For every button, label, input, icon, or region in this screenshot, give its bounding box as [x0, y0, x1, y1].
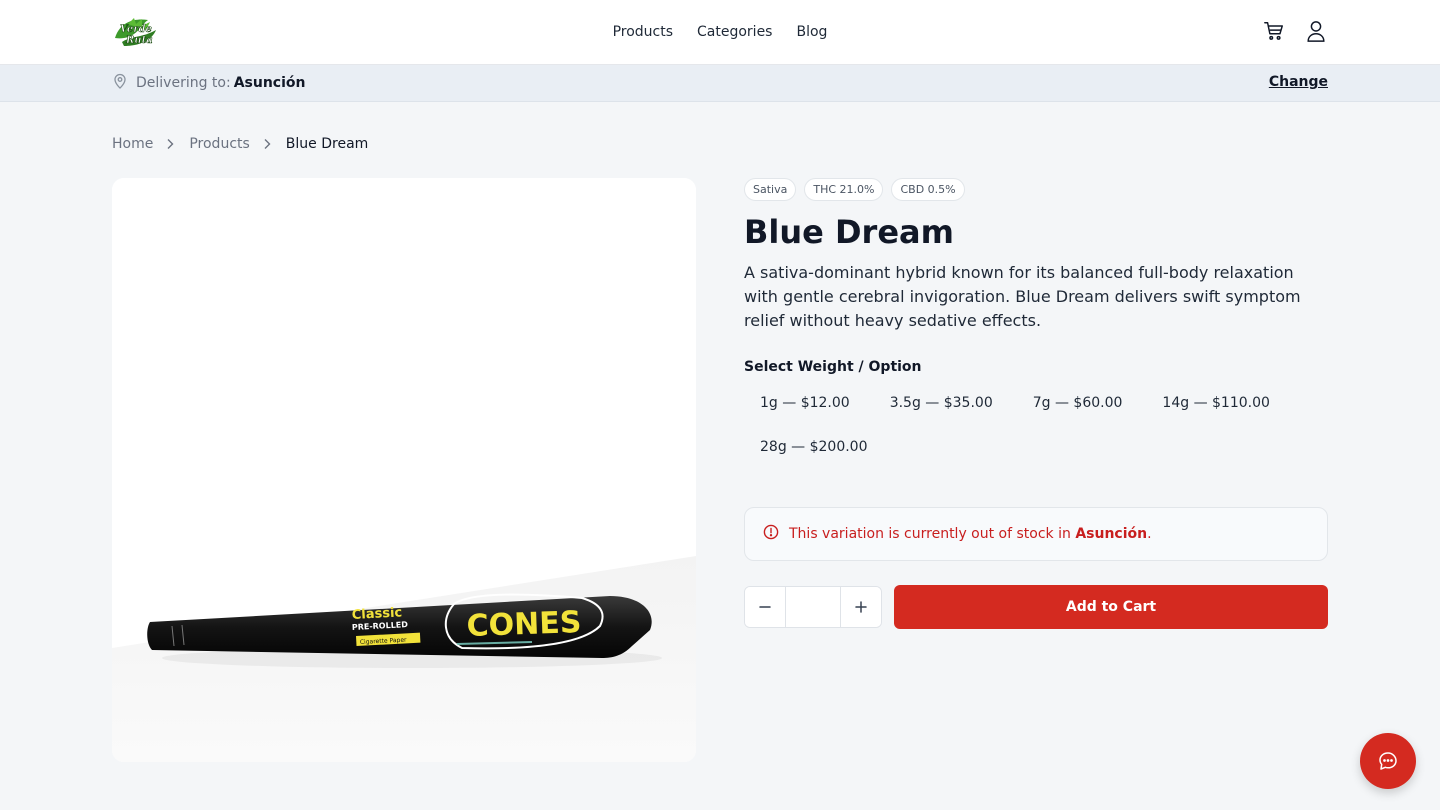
chevron-right-icon [165, 138, 177, 150]
alert-message: This variation is currently out of stock… [789, 526, 1152, 542]
header-actions [1262, 18, 1328, 44]
option-14g[interactable]: 14g — $110.00 [1146, 383, 1286, 423]
svg-text:Verde: Verde [120, 24, 152, 35]
option-1g[interactable]: 1g — $12.00 [744, 383, 866, 423]
weight-options: 1g — $12.00 3.5g — $35.00 7g — $60.00 14… [744, 383, 1304, 467]
main-nav: Products Categories Blog [0, 0, 1440, 64]
quantity-input[interactable] [785, 587, 841, 627]
decrease-quantity-button[interactable] [745, 587, 785, 627]
nav-products[interactable]: Products [613, 24, 673, 40]
product-tags: Sativa THC 21.0% CBD 0.5% [744, 178, 1328, 201]
user-icon[interactable] [1304, 18, 1328, 44]
option-3-5g[interactable]: 3.5g — $35.00 [874, 383, 1009, 423]
breadcrumb-home[interactable]: Home [112, 136, 153, 152]
product-image: CONES Classic PRE-ROLLED Cigarette Paper [112, 178, 696, 762]
breadcrumb-products[interactable]: Products [189, 136, 249, 152]
add-to-cart-row: Add to Cart [744, 585, 1328, 629]
breadcrumb-current: Blue Dream [285, 136, 369, 152]
product-description: A sativa-dominant hybrid known for its b… [744, 263, 1301, 330]
chat-button[interactable] [1360, 733, 1416, 789]
map-pin-icon [112, 73, 128, 93]
tag-thc: THC 21.0% [804, 178, 884, 201]
chat-bubble-icon [1379, 752, 1397, 770]
alert-circle-icon [763, 524, 779, 544]
tag-cbd: CBD 0.5% [891, 178, 965, 201]
minus-icon [759, 606, 771, 608]
cart-icon[interactable] [1262, 18, 1286, 44]
product-title: Blue Dream [744, 213, 954, 251]
delivery-city: Asunción [233, 75, 306, 91]
product-info: Sativa THC 21.0% CBD 0.5% Blue Dream A s… [744, 178, 1328, 629]
out-of-stock-alert: This variation is currently out of stock… [744, 507, 1328, 561]
quantity-stepper [744, 586, 882, 628]
nav-categories[interactable]: Categories [697, 24, 772, 40]
pre-rolled-cone-image: CONES Classic PRE-ROLLED Cigarette Paper [112, 178, 696, 762]
delivery-bar: Delivering to: Asunción Change [0, 65, 1440, 102]
option-select-label: Select Weight / Option [744, 359, 922, 375]
option-7g[interactable]: 7g — $60.00 [1017, 383, 1139, 423]
delivery-location: Delivering to: Asunción [112, 65, 306, 101]
svg-text:CONES: CONES [466, 605, 582, 644]
breadcrumb: Home Products Blue Dream [112, 134, 368, 154]
site-header: Verde Ruta Products Categories Blog [0, 0, 1440, 65]
chevron-right-icon [262, 138, 274, 150]
svg-text:Ruta: Ruta [125, 35, 153, 46]
brand-logo[interactable]: Verde Ruta [112, 16, 162, 48]
increase-quantity-button[interactable] [841, 587, 881, 627]
delivery-prefix: Delivering to: [136, 75, 231, 91]
add-to-cart-button[interactable]: Add to Cart [894, 585, 1328, 629]
option-28g[interactable]: 28g — $200.00 [744, 427, 884, 467]
nav-blog[interactable]: Blog [796, 24, 827, 40]
change-location-link[interactable]: Change [1269, 74, 1328, 90]
tag-strain-type: Sativa [744, 178, 797, 201]
leaf-logo-icon: Verde Ruta [115, 18, 156, 46]
plus-icon [855, 601, 867, 613]
